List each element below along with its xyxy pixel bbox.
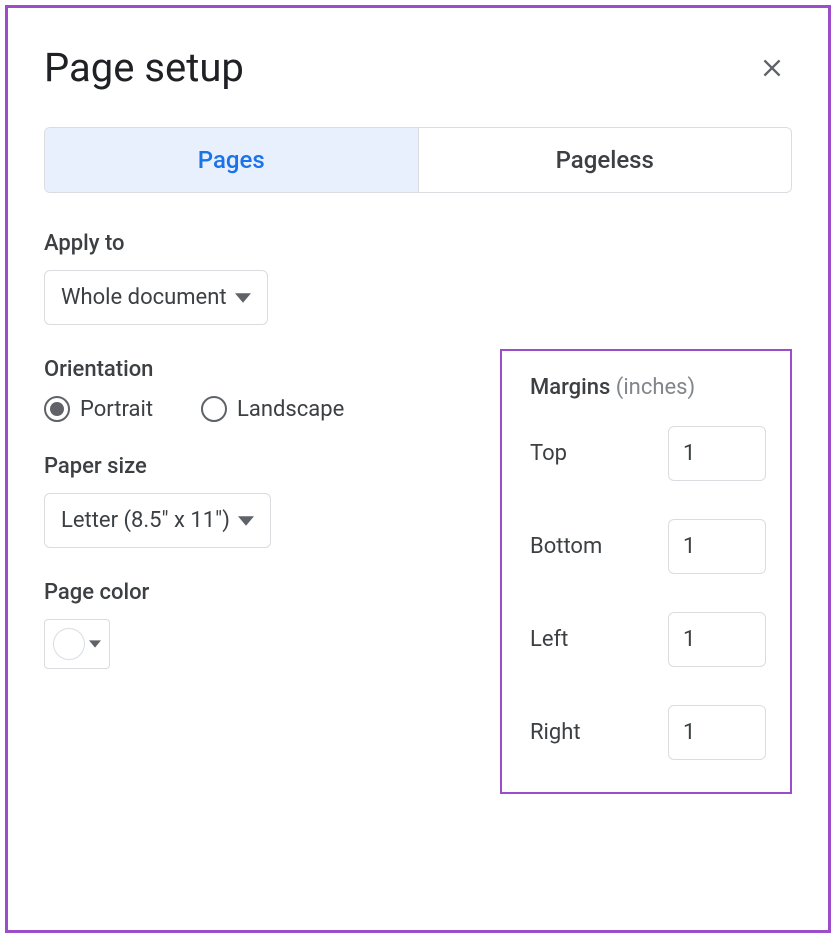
margin-left-input[interactable]: [668, 612, 766, 667]
tab-group: Pages Pageless: [44, 127, 792, 193]
radio-portrait: [44, 396, 70, 422]
margin-right-label: Right: [530, 720, 581, 745]
margin-right-row: Right: [530, 705, 766, 760]
page-color-label: Page color: [44, 580, 149, 605]
margin-top-label: Top: [530, 441, 567, 466]
caret-down-icon: [89, 640, 101, 648]
margins-unit: (inches): [616, 375, 695, 400]
paper-size-label: Paper size: [44, 454, 147, 479]
dialog-header: Page setup: [44, 44, 792, 91]
margin-top-row: Top: [530, 426, 766, 481]
apply-to-value: Whole document: [61, 285, 227, 310]
dialog-content: Apply to Whole document Orientation Port…: [44, 231, 792, 669]
paper-size-value: Letter (8.5" x 11"): [61, 508, 230, 533]
margins-label: Margins: [530, 375, 610, 400]
close-icon: [759, 55, 785, 81]
caret-down-icon: [235, 290, 251, 306]
page-color-dropdown[interactable]: [44, 619, 110, 669]
orientation-portrait-label: Portrait: [80, 397, 153, 422]
color-swatch: [53, 628, 85, 660]
margin-right-input[interactable]: [668, 705, 766, 760]
page-color-section: Page color: [44, 580, 464, 669]
paper-size-section: Paper size Letter (8.5" x 11"): [44, 454, 464, 548]
margin-top-input[interactable]: [668, 426, 766, 481]
margin-bottom-label: Bottom: [530, 534, 602, 559]
margin-bottom-row: Bottom: [530, 519, 766, 574]
page-setup-dialog: Page setup Pages Pageless Apply to Whole…: [5, 5, 831, 933]
margin-left-label: Left: [530, 627, 568, 652]
orientation-radio-group: Portrait Landscape: [44, 396, 344, 422]
margin-left-row: Left: [530, 612, 766, 667]
orientation-portrait-option[interactable]: Portrait: [44, 396, 153, 422]
orientation-section: Orientation Portrait Landscape: [44, 357, 464, 422]
apply-to-label: Apply to: [44, 231, 125, 256]
apply-to-section: Apply to Whole document: [44, 231, 464, 325]
tab-pages[interactable]: Pages: [45, 128, 419, 192]
margins-header: Margins (inches): [530, 375, 766, 400]
margin-bottom-input[interactable]: [668, 519, 766, 574]
apply-to-dropdown[interactable]: Whole document: [44, 270, 268, 325]
paper-size-dropdown[interactable]: Letter (8.5" x 11"): [44, 493, 271, 548]
tab-pageless[interactable]: Pageless: [419, 128, 792, 192]
orientation-landscape-option[interactable]: Landscape: [201, 396, 344, 422]
caret-down-icon: [238, 513, 254, 529]
orientation-label: Orientation: [44, 357, 153, 382]
margins-section: Margins (inches) Top Bottom Left Right: [500, 349, 792, 794]
left-column: Apply to Whole document Orientation Port…: [44, 231, 464, 669]
orientation-landscape-label: Landscape: [237, 397, 344, 422]
radio-landscape: [201, 396, 227, 422]
dialog-title: Page setup: [44, 44, 244, 91]
close-button[interactable]: [752, 48, 792, 88]
